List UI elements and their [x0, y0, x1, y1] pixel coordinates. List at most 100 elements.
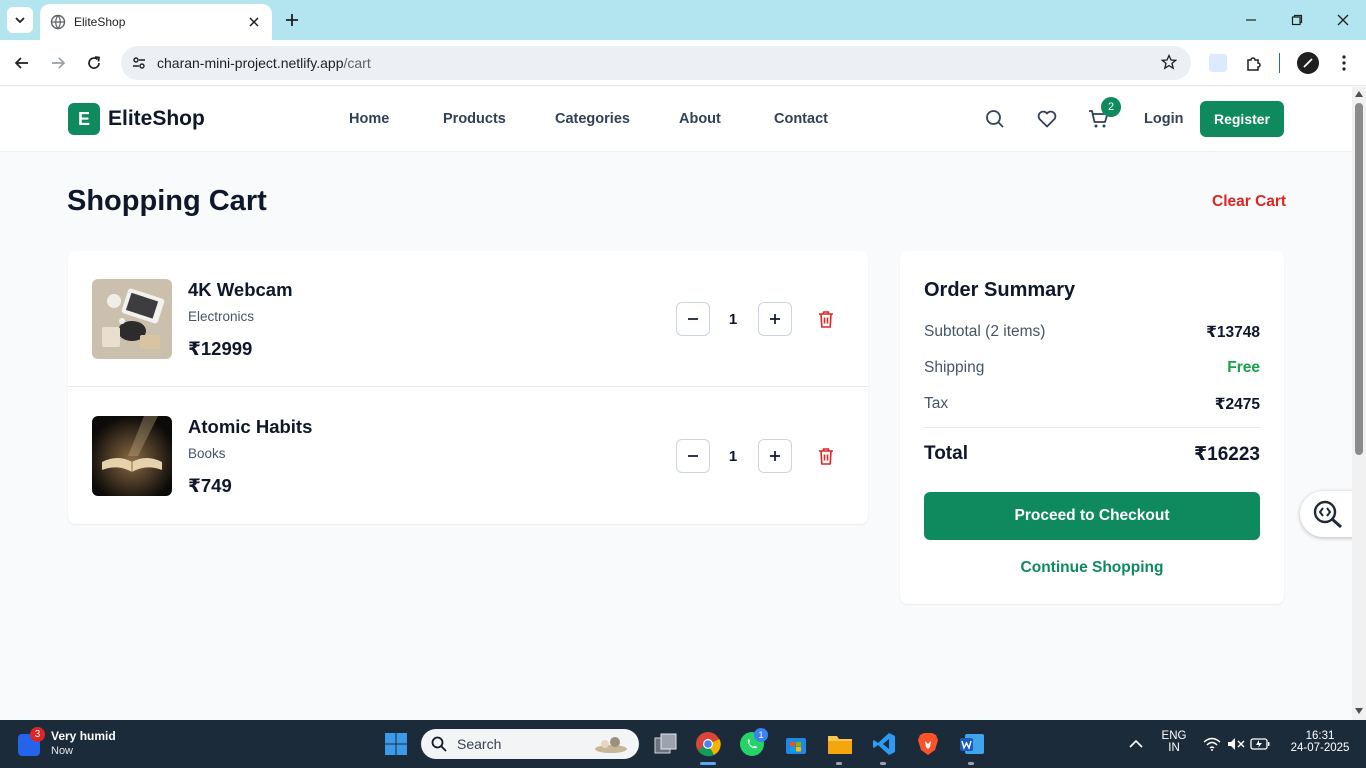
floating-search-widget[interactable]: [1300, 491, 1356, 537]
order-summary-panel: Order Summary Subtotal (2 items) ₹13748 …: [900, 251, 1284, 604]
clock-time: 16:31: [1305, 730, 1335, 742]
taskbar-search-box[interactable]: Search: [421, 729, 639, 759]
profile-avatar[interactable]: [1297, 52, 1319, 74]
cart-items-panel: 4K Webcam Electronics ₹12999 1 Atomic Ha…: [68, 251, 868, 524]
item-category: Books: [188, 446, 226, 461]
search-icon[interactable]: [983, 107, 1007, 131]
reload-icon[interactable]: [82, 51, 106, 75]
item-name[interactable]: Atomic Habits: [188, 416, 312, 438]
page-scrollbar[interactable]: [1352, 87, 1366, 720]
word-icon[interactable]: [958, 730, 986, 758]
scroll-up-arrow-icon[interactable]: [1355, 91, 1363, 97]
tab-search-button[interactable]: [7, 7, 33, 33]
task-view-icon[interactable]: [652, 730, 680, 758]
quantity-value: 1: [728, 448, 738, 465]
restore-icon[interactable]: [1287, 10, 1307, 30]
browser-tabstrip: EliteShop: [0, 0, 1366, 40]
subtotal-label: Subtotal (2 items): [924, 323, 1046, 340]
minus-icon: [688, 455, 698, 457]
show-hidden-icons-chevron-icon[interactable]: [1122, 730, 1150, 758]
increase-quantity-button[interactable]: [758, 302, 792, 336]
clock-date: 24-07-2025: [1290, 742, 1350, 754]
language-indicator[interactable]: ENG IN: [1158, 730, 1190, 754]
item-price: ₹12999: [188, 338, 253, 359]
login-link[interactable]: Login: [1144, 111, 1183, 127]
clear-cart-button[interactable]: Clear Cart: [1212, 193, 1286, 211]
microsoft-store-icon[interactable]: [782, 730, 810, 758]
wishlist-heart-icon[interactable]: [1035, 107, 1059, 131]
nav-categories[interactable]: Categories: [555, 111, 630, 127]
cart-count-badge: 2: [1101, 97, 1121, 117]
language-code: ENG: [1161, 730, 1187, 742]
weather-title[interactable]: Very humid: [51, 729, 116, 743]
subtotal-row: Subtotal (2 items) ₹13748: [924, 323, 1260, 342]
chevron-down-icon: [15, 17, 25, 24]
start-windows-icon[interactable]: [382, 730, 410, 758]
remove-item-trash-icon[interactable]: [816, 445, 836, 467]
nav-products[interactable]: Products: [443, 111, 506, 127]
address-bar[interactable]: charan-mini-project.netlify.app/cart: [121, 46, 1191, 80]
weather-subtitle: Now: [51, 745, 74, 757]
bookmark-star-icon[interactable]: [1160, 53, 1178, 75]
vscode-open-indicator: [880, 762, 886, 765]
tax-value: ₹2475: [1214, 396, 1260, 413]
extension-icon[interactable]: [1209, 54, 1227, 72]
item-name[interactable]: 4K Webcam: [188, 279, 293, 301]
chrome-active-indicator: [700, 762, 716, 765]
cart-item: Atomic Habits Books ₹749 1: [68, 388, 868, 524]
nav-contact[interactable]: Contact: [774, 111, 828, 127]
scrollbar-thumb[interactable]: [1355, 103, 1363, 455]
globe-icon: [50, 14, 66, 30]
cart-item: 4K Webcam Electronics ₹12999 1: [68, 251, 868, 387]
logo-mark[interactable]: E: [68, 103, 100, 135]
word-open-indicator: [968, 762, 974, 765]
brave-browser-icon[interactable]: [914, 730, 942, 758]
forward-arrow-icon[interactable]: [46, 51, 70, 75]
back-arrow-icon[interactable]: [10, 51, 34, 75]
code-search-icon: [1313, 500, 1342, 529]
tax-label: Tax: [924, 395, 949, 412]
battery-charging-icon[interactable]: [1246, 730, 1274, 758]
total-row: Total ₹16223: [924, 443, 1260, 466]
minus-icon: [688, 318, 698, 320]
summary-divider: [924, 427, 1260, 428]
order-summary-title: Order Summary: [924, 279, 1076, 301]
product-image-webcam[interactable]: [92, 279, 172, 359]
close-window-icon[interactable]: [1333, 10, 1353, 30]
product-image-book[interactable]: [92, 416, 172, 496]
proceed-to-checkout-button[interactable]: Proceed to Checkout: [924, 492, 1260, 540]
language-region: IN: [1168, 742, 1180, 754]
decrease-quantity-button[interactable]: [676, 302, 710, 336]
browser-toolbar: charan-mini-project.netlify.app/cart: [0, 40, 1366, 86]
nav-home[interactable]: Home: [349, 111, 389, 127]
file-explorer-icon[interactable]: [826, 730, 854, 758]
extensions-puzzle-icon[interactable]: [1242, 51, 1266, 75]
continue-shopping-link[interactable]: Continue Shopping: [924, 559, 1260, 577]
total-value: ₹16223: [1193, 444, 1260, 465]
chrome-browser-icon[interactable]: [694, 730, 722, 758]
tab-close-icon[interactable]: [246, 14, 262, 30]
plus-icon: [770, 314, 780, 324]
logo-text[interactable]: EliteShop: [108, 107, 205, 131]
scroll-down-arrow-icon[interactable]: [1355, 708, 1363, 714]
decrease-quantity-button[interactable]: [676, 439, 710, 473]
nav-about[interactable]: About: [679, 111, 721, 127]
quantity-value: 1: [728, 311, 738, 328]
remove-item-trash-icon[interactable]: [816, 308, 836, 330]
search-icon: [431, 736, 447, 752]
shipping-row: Shipping Free: [924, 359, 1260, 377]
site-settings-icon[interactable]: [131, 55, 147, 71]
taskbar-search-label: Search: [457, 736, 502, 752]
minimize-icon[interactable]: [1241, 10, 1261, 30]
total-label: Total: [924, 443, 968, 464]
explorer-open-indicator: [836, 762, 842, 765]
tab-title: EliteShop: [74, 15, 126, 29]
new-tab-plus-icon[interactable]: [282, 10, 302, 30]
clock[interactable]: 16:31 24-07-2025: [1282, 730, 1358, 754]
browser-menu-kebab-icon[interactable]: [1332, 51, 1356, 75]
browser-tab-active[interactable]: EliteShop: [40, 4, 272, 40]
increase-quantity-button[interactable]: [758, 439, 792, 473]
vscode-icon[interactable]: [870, 730, 898, 758]
whatsapp-notification-badge: 1: [754, 728, 768, 742]
register-button[interactable]: Register: [1200, 101, 1284, 137]
